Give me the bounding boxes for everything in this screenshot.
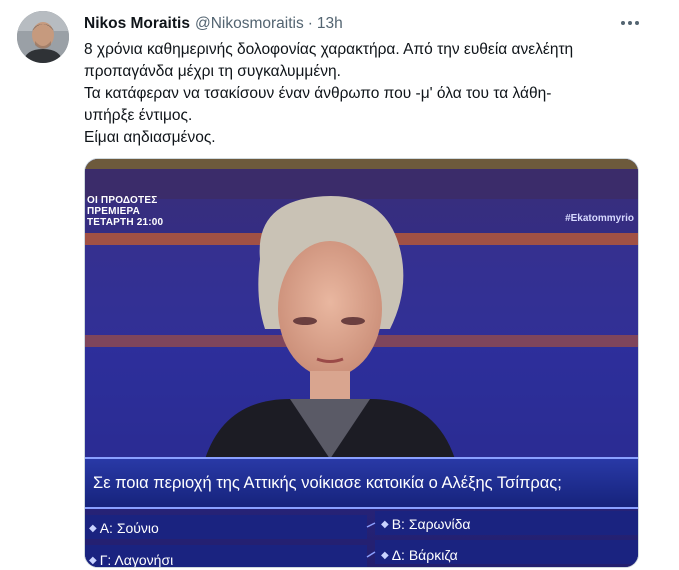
quiz-answer-c: ◆ Γ: Λαγονήσι bbox=[89, 547, 174, 568]
tweet-media-image[interactable]: ΟΙ ΠΡΟΔΟΤΕΣ ΠΡΕΜΙΕΡΑ ΤΕΤΑΡΤΗ 21:00 #Ekat… bbox=[84, 158, 639, 568]
more-horizontal-icon[interactable] bbox=[618, 14, 642, 32]
diamond-icon: ◆ bbox=[381, 518, 389, 530]
diamond-icon: ◆ bbox=[381, 549, 389, 561]
diamond-icon: ◆ bbox=[89, 522, 97, 534]
tweet-text-line: 8 χρόνια καθημερινής δολοφονίας χαρακτήρ… bbox=[84, 41, 574, 58]
tv-promo-overlay: ΟΙ ΠΡΟΔΟΤΕΣ ΠΡΕΜΙΕΡΑ ΤΕΤΑΡΤΗ 21:00 bbox=[87, 195, 163, 228]
avatar[interactable] bbox=[17, 11, 69, 63]
quiz-question: Σε ποια περιοχή της Αττικής νοίκιασε κατ… bbox=[93, 473, 562, 492]
diamond-icon: ◆ bbox=[89, 554, 97, 566]
timestamp[interactable]: 13h bbox=[317, 15, 343, 33]
tweet-text: 8 χρόνια καθημερινής δολοφονίας χαρακτήρ… bbox=[84, 39, 644, 149]
tv-promo-line: ΤΕΤΑΡΤΗ 21:00 bbox=[87, 217, 164, 228]
separator-dot: · bbox=[307, 15, 313, 32]
quiz-answer-label: Δ: Βάρκιζα bbox=[391, 547, 458, 563]
tv-promo-line: ΠΡΕΜΙΕΡΑ bbox=[87, 206, 141, 217]
user-handle[interactable]: @Nikosmoraitis bbox=[195, 15, 304, 33]
quiz-answer-a: ◆ Α: Σούνιο bbox=[89, 515, 159, 541]
quiz-answer-d: ◆ Δ: Βάρκιζα bbox=[381, 542, 458, 567]
tweet-text-line: προπαγάνδα μέχρι τη συγκαλυμμένη. bbox=[84, 63, 341, 80]
quiz-answer-b: ◆ Β: Σαρωνίδα bbox=[381, 511, 470, 537]
tweet[interactable]: Nikos Moraitis @Nikosmoraitis · 13h 8 χρ… bbox=[0, 0, 679, 570]
tweet-text-line: Τα κατάφεραν να τσακίσουν έναν άνθρωπο π… bbox=[84, 85, 552, 102]
tweet-text-line: υπήρξε έντιμος. bbox=[84, 107, 193, 124]
tweet-text-line: Είμαι αηδιασμένος. bbox=[84, 129, 216, 146]
tweet-header: Nikos Moraitis @Nikosmoraitis · 13h bbox=[84, 14, 343, 34]
quiz-answer-label: Γ: Λαγονήσι bbox=[99, 552, 174, 568]
avatar-photo bbox=[17, 11, 69, 63]
tv-promo-line: ΟΙ ΠΡΟΔΟΤΕΣ bbox=[87, 195, 158, 206]
tv-hashtag: #Ekatommyrio bbox=[565, 213, 634, 224]
quiz-answer-label: Β: Σαρωνίδα bbox=[391, 516, 471, 532]
quiz-answer-label: Α: Σούνιο bbox=[99, 520, 159, 536]
display-name[interactable]: Nikos Moraitis bbox=[84, 15, 190, 33]
